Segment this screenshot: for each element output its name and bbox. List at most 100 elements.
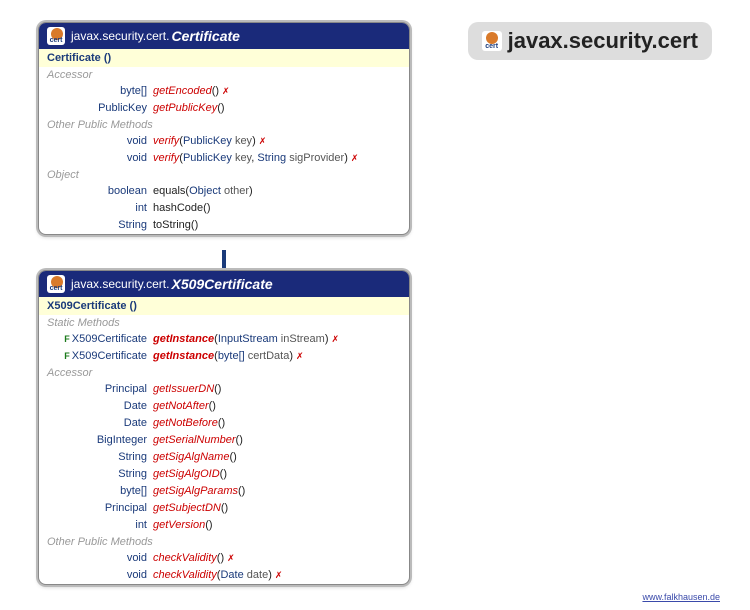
constructor: X509Certificate () <box>39 297 409 315</box>
section-label: Object <box>39 167 409 183</box>
method-row: StringgetSigAlgOID() <box>39 466 409 483</box>
class-name: X509Certificate <box>171 276 272 292</box>
method-name: getVersion <box>153 518 205 533</box>
method-params: () <box>217 101 224 116</box>
throws-icon: ✗ <box>275 568 283 583</box>
constructor: Certificate () <box>39 49 409 67</box>
throws-icon: ✗ <box>296 349 304 364</box>
method-name: getIssuerDN <box>153 382 214 397</box>
method-row: FX509CertificategetInstance (byte[] cert… <box>39 348 409 365</box>
throws-icon: ✗ <box>222 84 230 99</box>
method-params: () <box>214 382 221 397</box>
method-params: () <box>203 201 210 216</box>
page-title-text: javax.security.cert <box>508 28 698 54</box>
throws-icon: ✗ <box>332 332 340 347</box>
inheritance-connector <box>222 250 226 272</box>
method-params: (Date date) <box>217 568 272 583</box>
method-params: () <box>205 518 212 533</box>
method-name: getSigAlgName <box>153 450 229 465</box>
final-marker: F <box>64 351 70 361</box>
return-type: byte[] <box>47 484 153 499</box>
method-row: byte[]getSigAlgParams() <box>39 483 409 500</box>
class-header: cert javax.security.cert. Certificate <box>39 23 409 49</box>
method-name: getPublicKey <box>153 101 217 116</box>
method-name: toString <box>153 218 191 233</box>
method-name: equals <box>153 184 185 199</box>
method-params: () <box>212 84 219 99</box>
method-name: getNotBefore <box>153 416 218 431</box>
final-marker: F <box>64 334 70 344</box>
class-name: Certificate <box>171 28 239 44</box>
method-row: intgetVersion() <box>39 517 409 534</box>
return-type: Principal <box>47 382 153 397</box>
method-row: booleanequals (Object other) <box>39 183 409 200</box>
cert-icon: cert <box>482 31 502 51</box>
section-label: Static Methods <box>39 315 409 331</box>
method-row: inthashCode() <box>39 200 409 217</box>
class-certificate: cert javax.security.cert. Certificate Ce… <box>38 22 410 235</box>
throws-icon: ✗ <box>351 151 359 166</box>
section-label: Accessor <box>39 67 409 83</box>
return-type: String <box>47 467 153 482</box>
method-params: () <box>218 416 225 431</box>
method-params: (Object other) <box>185 184 252 199</box>
method-name: checkValidity <box>153 551 217 566</box>
method-params: () <box>217 551 224 566</box>
return-type: PublicKey <box>47 101 153 116</box>
return-type: FX509Certificate <box>47 349 153 364</box>
method-row: DategetNotAfter() <box>39 398 409 415</box>
return-type: int <box>47 518 153 533</box>
cert-icon: cert <box>47 275 65 293</box>
method-row: voidcheckValidity (Date date)✗ <box>39 567 409 584</box>
method-name: hashCode <box>153 201 203 216</box>
method-params: (PublicKey key, String sigProvider) <box>179 151 348 166</box>
return-type: int <box>47 201 153 216</box>
class-x509certificate: cert javax.security.cert. X509Certificat… <box>38 270 410 585</box>
method-row: voidcheckValidity()✗ <box>39 550 409 567</box>
method-row: StringgetSigAlgName() <box>39 449 409 466</box>
method-params: () <box>236 433 243 448</box>
method-name: getNotAfter <box>153 399 209 414</box>
method-params: () <box>221 501 228 516</box>
package-label: javax.security.cert. <box>71 277 169 291</box>
return-type: byte[] <box>47 84 153 99</box>
return-type: FX509Certificate <box>47 332 153 347</box>
section-label: Other Public Methods <box>39 117 409 133</box>
return-type: void <box>47 151 153 166</box>
method-name: getSigAlgOID <box>153 467 220 482</box>
method-row: voidverify (PublicKey key)✗ <box>39 133 409 150</box>
return-type: BigInteger <box>47 433 153 448</box>
method-row: PublicKeygetPublicKey() <box>39 100 409 117</box>
method-params: (InputStream inStream) <box>214 332 328 347</box>
method-params: () <box>191 218 198 233</box>
throws-icon: ✗ <box>259 134 267 149</box>
method-name: checkValidity <box>153 568 217 583</box>
throws-icon: ✗ <box>227 551 235 566</box>
method-params: () <box>229 450 236 465</box>
method-name: getSerialNumber <box>153 433 236 448</box>
method-name: verify <box>153 151 179 166</box>
page-title: cert javax.security.cert <box>468 22 712 60</box>
cert-icon: cert <box>47 27 65 45</box>
return-type: Date <box>47 416 153 431</box>
method-row: StringtoString() <box>39 217 409 234</box>
method-name: getInstance <box>153 349 214 364</box>
method-row: PrincipalgetSubjectDN() <box>39 500 409 517</box>
package-label: javax.security.cert. <box>71 29 169 43</box>
method-name: getEncoded <box>153 84 212 99</box>
section-label: Other Public Methods <box>39 534 409 550</box>
method-row: byte[]getEncoded()✗ <box>39 83 409 100</box>
class-header: cert javax.security.cert. X509Certificat… <box>39 271 409 297</box>
method-name: getSigAlgParams <box>153 484 238 499</box>
section-label: Accessor <box>39 365 409 381</box>
method-row: DategetNotBefore() <box>39 415 409 432</box>
method-params: () <box>209 399 216 414</box>
method-row: PrincipalgetIssuerDN() <box>39 381 409 398</box>
attribution-link[interactable]: www.falkhausen.de <box>642 592 720 602</box>
class-body: Static MethodsFX509CertificategetInstanc… <box>39 315 409 584</box>
method-params: (PublicKey key) <box>179 134 255 149</box>
return-type: boolean <box>47 184 153 199</box>
method-params: () <box>220 467 227 482</box>
return-type: Date <box>47 399 153 414</box>
return-type: void <box>47 134 153 149</box>
